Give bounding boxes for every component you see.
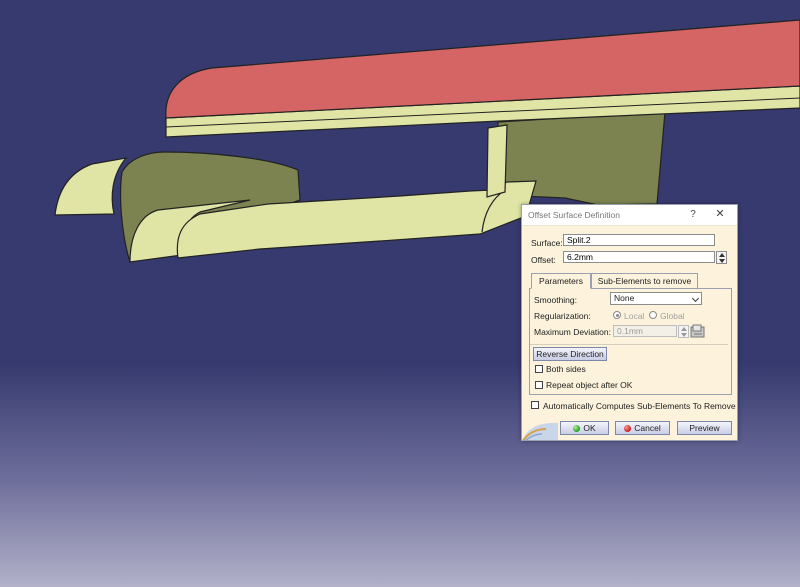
regularization-label: Regularization: (534, 311, 591, 321)
smoothing-value: None (614, 293, 635, 303)
surface-label: Surface: (531, 238, 563, 248)
close-button[interactable]: ✕ (711, 207, 729, 222)
auto-compute-checkbox[interactable] (531, 401, 539, 409)
chevron-down-icon (691, 294, 700, 303)
repeat-object-checkbox[interactable] (535, 381, 543, 389)
tab-parameters[interactable]: Parameters (531, 273, 591, 289)
preview-button[interactable]: Preview (677, 421, 732, 435)
offset-input[interactable]: 6.2mm (563, 251, 715, 263)
cancel-icon (624, 425, 632, 432)
separator (530, 344, 728, 345)
max-deviation-input[interactable]: 0.1mm (613, 325, 677, 337)
reverse-direction-button[interactable]: Reverse Direction (533, 347, 607, 361)
offset-spinner[interactable] (716, 251, 727, 264)
deviation-tool-icon[interactable] (690, 324, 706, 339)
radio-global[interactable] (649, 311, 657, 319)
dialog-titlebar[interactable]: Offset Surface Definition ? ✕ (522, 205, 737, 226)
max-deviation-label: Maximum Deviation: (534, 327, 611, 337)
surface-input[interactable]: Split.2 (563, 234, 715, 246)
dialog-corner-decoration-icon (522, 422, 558, 440)
radio-local-label: Local (624, 311, 645, 321)
radio-local[interactable] (613, 311, 621, 319)
both-sides-label: Both sides (546, 364, 586, 374)
tab-sub-elements[interactable]: Sub-Elements to remove (591, 273, 698, 288)
left-flange-face[interactable] (54, 157, 128, 216)
auto-compute-label: Automatically Computes Sub-Elements To R… (543, 401, 736, 411)
cancel-label: Cancel (634, 423, 661, 433)
offset-surface-dialog: Offset Surface Definition ? ✕ Surface: S… (521, 204, 738, 441)
ok-button[interactable]: OK (560, 421, 609, 435)
dialog-title: Offset Surface Definition (528, 210, 620, 220)
max-deviation-spinner[interactable] (678, 325, 689, 338)
offset-label: Offset: (531, 255, 556, 265)
help-button[interactable]: ? (684, 207, 702, 222)
smoothing-select[interactable]: None (610, 292, 702, 305)
vertical-post-face[interactable] (486, 124, 508, 198)
cancel-button[interactable]: Cancel (615, 421, 670, 435)
both-sides-checkbox[interactable] (535, 365, 543, 373)
ok-icon (573, 425, 581, 432)
repeat-object-label: Repeat object after OK (546, 380, 633, 390)
radio-global-label: Global (660, 311, 685, 321)
smoothing-label: Smoothing: (534, 295, 577, 305)
ok-label: OK (583, 423, 596, 433)
